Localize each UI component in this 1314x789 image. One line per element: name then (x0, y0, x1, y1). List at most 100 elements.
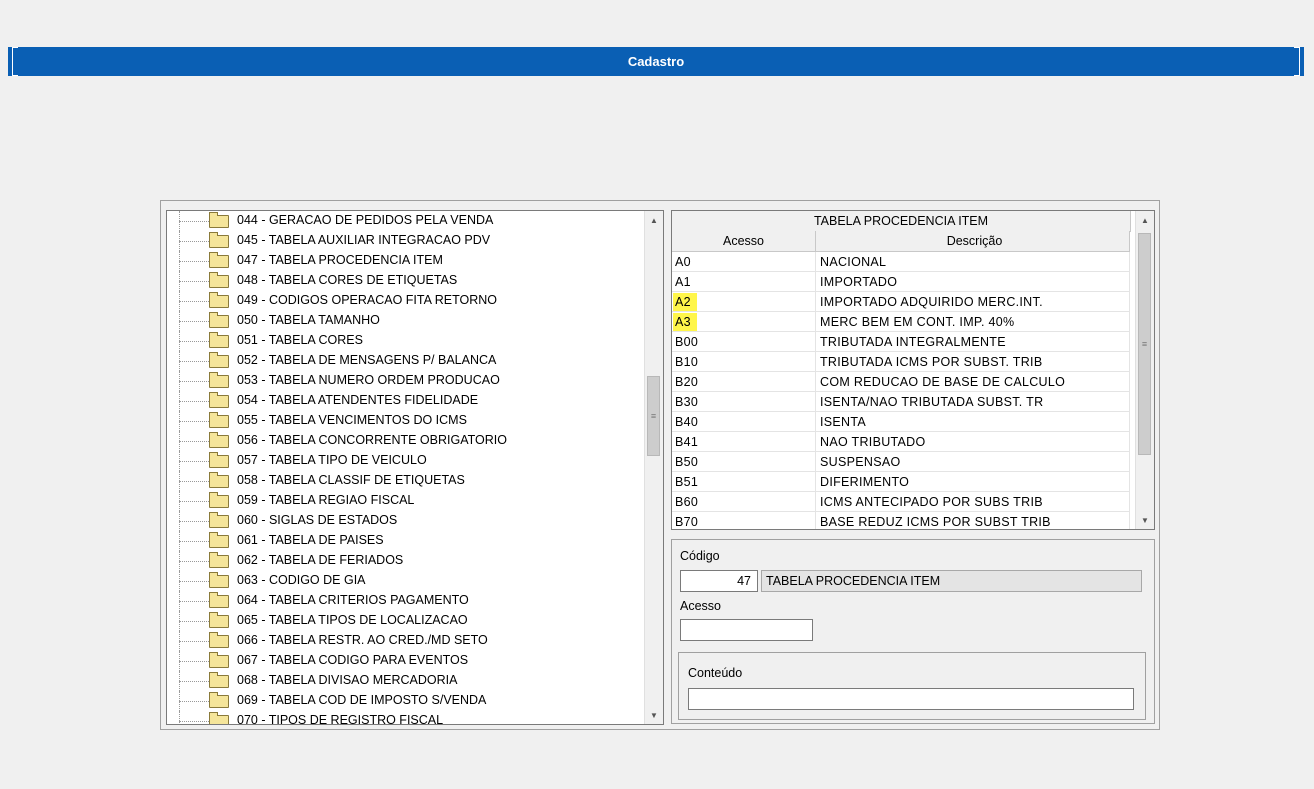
codigo-field[interactable]: 47 (680, 570, 758, 592)
table-row[interactable]: B20 COM REDUCAO DE BASE DE CALCULO (672, 372, 1130, 392)
folder-icon (209, 452, 229, 468)
table-row[interactable]: B10 TRIBUTADA ICMS POR SUBST. TRIB (672, 352, 1130, 372)
tree-item[interactable]: 062 - TABELA DE FERIADOS (167, 551, 644, 571)
descricao-cell: TRIBUTADA INTEGRALMENTE (816, 332, 1130, 351)
table-tree[interactable]: 044 - GERACAO DE PEDIDOS PELA VENDA 045 -… (166, 210, 664, 725)
tree-item-label: 069 - TABELA COD DE IMPOSTO S/VENDA (237, 693, 487, 707)
tree-item[interactable]: 053 - TABELA NUMERO ORDEM PRODUCAO (167, 371, 644, 391)
folder-icon (209, 432, 229, 448)
tree-item-label: 047 - TABELA PROCEDENCIA ITEM (237, 253, 443, 267)
scroll-down-arrow-icon[interactable]: ▼ (1136, 511, 1154, 529)
tree-connector (179, 661, 209, 662)
tree-item[interactable]: 051 - TABELA CORES (167, 331, 644, 351)
tree-connector (179, 461, 209, 462)
table-row[interactable]: B51 DIFERIMENTO (672, 472, 1130, 492)
table-row[interactable]: B00 TRIBUTADA INTEGRALMENTE (672, 332, 1130, 352)
tree-connector (179, 621, 209, 622)
tree-item-label: 067 - TABELA CODIGO PARA EVENTOS (237, 653, 469, 667)
tree-item[interactable]: 049 - CODIGOS OPERACAO FITA RETORNO (167, 291, 644, 311)
column-header-descricao[interactable]: Descrição (816, 231, 1130, 251)
tree-item-label: 061 - TABELA DE PAISES (237, 533, 384, 547)
tree-item-label: 057 - TABELA TIPO DE VEICULO (237, 453, 427, 467)
titlebar-right-bracket (1294, 47, 1300, 76)
tree-item[interactable]: 057 - TABELA TIPO DE VEICULO (167, 451, 644, 471)
table-row[interactable]: B50 SUSPENSAO (672, 452, 1130, 472)
table-row[interactable]: A1 IMPORTADO (672, 272, 1130, 292)
tree-item[interactable]: 063 - CODIGO DE GIA (167, 571, 644, 591)
tree-item[interactable]: 047 - TABELA PROCEDENCIA ITEM (167, 251, 644, 271)
tree-connector (179, 441, 209, 442)
tree-item[interactable]: 045 - TABELA AUXILIAR INTEGRACAO PDV (167, 231, 644, 251)
tree-connector (179, 321, 209, 322)
window-title: Cadastro (627, 54, 685, 69)
table-row[interactable]: A3 MERC BEM EM CONT. IMP. 40% (672, 312, 1130, 332)
tree-connector (179, 581, 209, 582)
folder-icon (209, 272, 229, 288)
tree-connector (179, 401, 209, 402)
tree-item[interactable]: 050 - TABELA TAMANHO (167, 311, 644, 331)
tree-item[interactable]: 069 - TABELA COD DE IMPOSTO S/VENDA (167, 691, 644, 711)
scroll-thumb[interactable]: ≡ (1138, 233, 1151, 455)
tree-scrollbar[interactable]: ▲ ≡ ▼ (644, 211, 663, 724)
folder-icon (209, 392, 229, 408)
grid-scrollbar[interactable]: ▲ ≡ ▼ (1135, 211, 1154, 529)
acesso-cell: A2 (672, 292, 816, 311)
tree-connector (179, 601, 209, 602)
tree-item[interactable]: 055 - TABELA VENCIMENTOS DO ICMS (167, 411, 644, 431)
table-row[interactable]: B70 BASE REDUZ ICMS POR SUBST TRIB (672, 512, 1130, 529)
descricao-cell: ICMS ANTECIPADO POR SUBS TRIB (816, 492, 1130, 511)
tree-item[interactable]: 060 - SIGLAS DE ESTADOS (167, 511, 644, 531)
grid-title: TABELA PROCEDENCIA ITEM (672, 211, 1131, 232)
tree-item[interactable]: 052 - TABELA DE MENSAGENS P/ BALANCA (167, 351, 644, 371)
tree-item[interactable]: 058 - TABELA CLASSIF DE ETIQUETAS (167, 471, 644, 491)
descricao-cell: BASE REDUZ ICMS POR SUBST TRIB (816, 512, 1130, 529)
column-header-acesso[interactable]: Acesso (672, 231, 816, 251)
tree-item[interactable]: 059 - TABELA REGIAO FISCAL (167, 491, 644, 511)
tree-connector (179, 641, 209, 642)
tree-item-label: 063 - CODIGO DE GIA (237, 573, 366, 587)
tree-item[interactable]: 065 - TABELA TIPOS DE LOCALIZACAO (167, 611, 644, 631)
tree-item[interactable]: 061 - TABELA DE PAISES (167, 531, 644, 551)
tree-item[interactable]: 070 - TIPOS DE REGISTRO FISCAL (167, 711, 644, 725)
tree-item-label: 058 - TABELA CLASSIF DE ETIQUETAS (237, 473, 465, 487)
tree-item-label: 048 - TABELA CORES DE ETIQUETAS (237, 273, 458, 287)
table-row[interactable]: B60 ICMS ANTECIPADO POR SUBS TRIB (672, 492, 1130, 512)
descricao-cell: SUSPENSAO (816, 452, 1130, 471)
table-row[interactable]: B41 NAO TRIBUTADO (672, 432, 1130, 452)
tree-item-label: 070 - TIPOS DE REGISTRO FISCAL (237, 713, 444, 725)
tree-item-label: 052 - TABELA DE MENSAGENS P/ BALANCA (237, 353, 497, 367)
folder-icon (209, 252, 229, 268)
conteudo-field[interactable] (688, 688, 1134, 710)
table-row[interactable]: A0 NACIONAL (672, 252, 1130, 272)
tree-item[interactable]: 067 - TABELA CODIGO PARA EVENTOS (167, 651, 644, 671)
table-row[interactable]: A2 IMPORTADO ADQUIRIDO MERC.INT. (672, 292, 1130, 312)
descricao-cell: TRIBUTADA ICMS POR SUBST. TRIB (816, 352, 1130, 371)
tree-item[interactable]: 048 - TABELA CORES DE ETIQUETAS (167, 271, 644, 291)
descricao-cell: IMPORTADO (816, 272, 1130, 291)
tree-item-label: 060 - SIGLAS DE ESTADOS (237, 513, 398, 527)
tree-item[interactable]: 054 - TABELA ATENDENTES FIDELIDADE (167, 391, 644, 411)
tree-connector (179, 341, 209, 342)
acesso-field[interactable] (680, 619, 813, 641)
folder-icon (209, 552, 229, 568)
edit-form: Código 47 TABELA PROCEDENCIA ITEM Acesso… (671, 539, 1155, 724)
tree-connector (179, 261, 209, 262)
procedencia-grid[interactable]: TABELA PROCEDENCIA ITEM Acesso Descrição… (671, 210, 1155, 530)
tree-item[interactable]: 044 - GERACAO DE PEDIDOS PELA VENDA (167, 211, 644, 231)
tree-item[interactable]: 068 - TABELA DIVISAO MERCADORIA (167, 671, 644, 691)
scroll-thumb[interactable]: ≡ (647, 376, 660, 456)
tree-item[interactable]: 066 - TABELA RESTR. AO CRED./MD SETO (167, 631, 644, 651)
tree-item-label: 055 - TABELA VENCIMENTOS DO ICMS (237, 413, 467, 427)
conteudo-label: Conteúdo (688, 666, 743, 680)
scroll-up-arrow-icon[interactable]: ▲ (645, 211, 663, 229)
tree-item[interactable]: 056 - TABELA CONCORRENTE OBRIGATORIO (167, 431, 644, 451)
table-row[interactable]: B30 ISENTA/NAO TRIBUTADA SUBST. TR (672, 392, 1130, 412)
scroll-up-arrow-icon[interactable]: ▲ (1136, 211, 1154, 229)
acesso-cell: A3 (672, 312, 816, 331)
table-row[interactable]: B40 ISENTA (672, 412, 1130, 432)
folder-icon (209, 472, 229, 488)
tree-item[interactable]: 064 - TABELA CRITERIOS PAGAMENTO (167, 591, 644, 611)
highlighted-acesso: A2 (673, 292, 697, 311)
folder-icon (209, 592, 229, 608)
scroll-down-arrow-icon[interactable]: ▼ (645, 706, 663, 724)
